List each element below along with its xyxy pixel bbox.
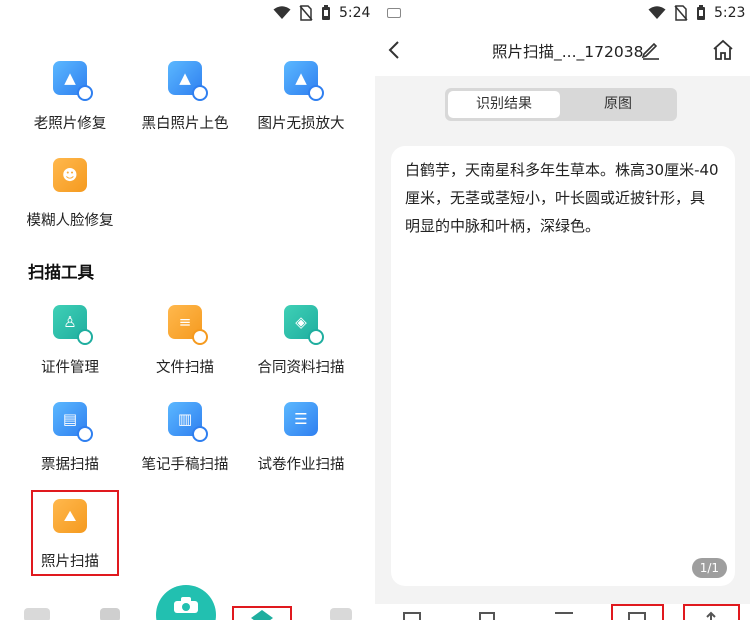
tool-image-upscale[interactable]: ▲ 图片无损放大 xyxy=(247,61,355,133)
left-screen: 5:24 ▲ 老照片修复 ▲ 黑白照片上色 ▲ 图片无损放大 ☻ 模糊人脸修复 … xyxy=(0,0,373,620)
battery-icon xyxy=(697,5,705,20)
keyboard-icon xyxy=(387,8,401,18)
result-card: 白鹤芋，天南星科多年生草本。株高30厘米-40厘米，无茎或茎短小，叶长圆或近披针… xyxy=(391,146,735,586)
tool-exam-scan[interactable]: ☰ 试卷作业扫描 xyxy=(247,402,355,474)
battery-icon xyxy=(322,5,330,20)
tool-label: 笔记手稿扫描 xyxy=(141,457,229,473)
section-title: 扫描工具 xyxy=(28,263,94,282)
tab-recognition-result[interactable]: 识别结果 xyxy=(448,91,560,118)
tab-original-image[interactable]: 原图 xyxy=(562,91,674,118)
copy-icon xyxy=(628,612,646,620)
tool-label: 黑白照片上色 xyxy=(141,116,229,132)
tool-file-scan[interactable]: ≡ 文件扫描 xyxy=(131,305,239,377)
status-time: 5:24 xyxy=(339,5,371,21)
tool-label: 合同资料扫描 xyxy=(257,360,345,376)
status-bar: 5:23 xyxy=(648,0,745,26)
tool-face-restore[interactable]: ☻ 模糊人脸修复 xyxy=(16,158,124,230)
copy-button[interactable] xyxy=(611,604,664,620)
back-icon[interactable] xyxy=(387,40,401,60)
home-tab-icon[interactable] xyxy=(24,608,50,620)
tool-receipt-scan[interactable]: ▤ 票据扫描 xyxy=(16,402,124,474)
wifi-icon xyxy=(648,6,666,19)
wifi-icon xyxy=(273,6,291,19)
tool-colorize-photo[interactable]: ▲ 黑白照片上色 xyxy=(131,61,239,133)
file-scan-icon: ≡ xyxy=(168,305,208,345)
result-text[interactable]: 白鹤芋，天南星科多年生草本。株高30厘米-40厘米，无茎或茎短小，叶长圆或近披针… xyxy=(391,146,735,240)
tool-label: 票据扫描 xyxy=(41,457,99,473)
page-title: 照片扫描_..._172038 xyxy=(492,43,644,61)
home-icon[interactable] xyxy=(712,39,734,61)
tool-label: 试卷作业扫描 xyxy=(257,457,345,473)
files-tab-icon[interactable] xyxy=(100,608,120,620)
page-indicator: 1/1 xyxy=(691,558,727,578)
status-bar: 5:24 xyxy=(273,0,370,26)
receipt-scan-icon: ▤ xyxy=(53,402,93,442)
tool-label: 老照片修复 xyxy=(33,116,107,132)
tool-contract-scan[interactable]: ◈ 合同资料扫描 xyxy=(247,305,355,377)
tool-label: 图片无损放大 xyxy=(257,116,345,132)
tools-tab-icon xyxy=(251,610,273,620)
share-button[interactable] xyxy=(683,604,740,620)
scan-again-icon[interactable] xyxy=(403,612,421,620)
edit-icon[interactable] xyxy=(640,40,660,60)
right-screen: 5:23 照片扫描_..._172038 识别结果 原图 白鹤芋，天南星科多年生… xyxy=(375,0,750,620)
profile-tab-icon[interactable] xyxy=(330,608,352,620)
exam-scan-icon: ☰ xyxy=(284,402,318,436)
photo-scan-highlight xyxy=(31,490,119,576)
camera-icon xyxy=(174,597,198,613)
tool-label: 文件扫描 xyxy=(156,360,214,376)
share-icon xyxy=(706,611,716,620)
text-edit-icon[interactable] xyxy=(555,612,573,620)
tool-notes-scan[interactable]: ▥ 笔记手稿扫描 xyxy=(131,402,239,474)
tools-tab[interactable] xyxy=(232,606,292,620)
status-time: 5:23 xyxy=(714,5,746,21)
no-sim-icon xyxy=(299,5,313,21)
no-sim-icon xyxy=(674,5,688,21)
image-upscale-icon: ▲ xyxy=(284,61,324,101)
tool-label: 模糊人脸修复 xyxy=(26,213,114,229)
old-photo-repair-icon: ▲ xyxy=(53,61,93,101)
tool-id-card[interactable]: ♙ 证件管理 xyxy=(16,305,124,377)
face-restore-icon: ☻ xyxy=(53,158,87,192)
tool-label: 证件管理 xyxy=(41,360,99,376)
notes-scan-icon: ▥ xyxy=(168,402,208,442)
camera-button[interactable] xyxy=(156,585,216,620)
result-tabs: 识别结果 原图 xyxy=(445,88,677,121)
export-doc-icon[interactable] xyxy=(479,612,495,620)
contract-scan-icon: ◈ xyxy=(284,305,324,345)
top-bar: 照片扫描_..._172038 xyxy=(375,26,750,76)
id-card-icon: ♙ xyxy=(53,305,93,345)
colorize-photo-icon: ▲ xyxy=(168,61,208,101)
tool-old-photo-repair[interactable]: ▲ 老照片修复 xyxy=(16,61,124,133)
